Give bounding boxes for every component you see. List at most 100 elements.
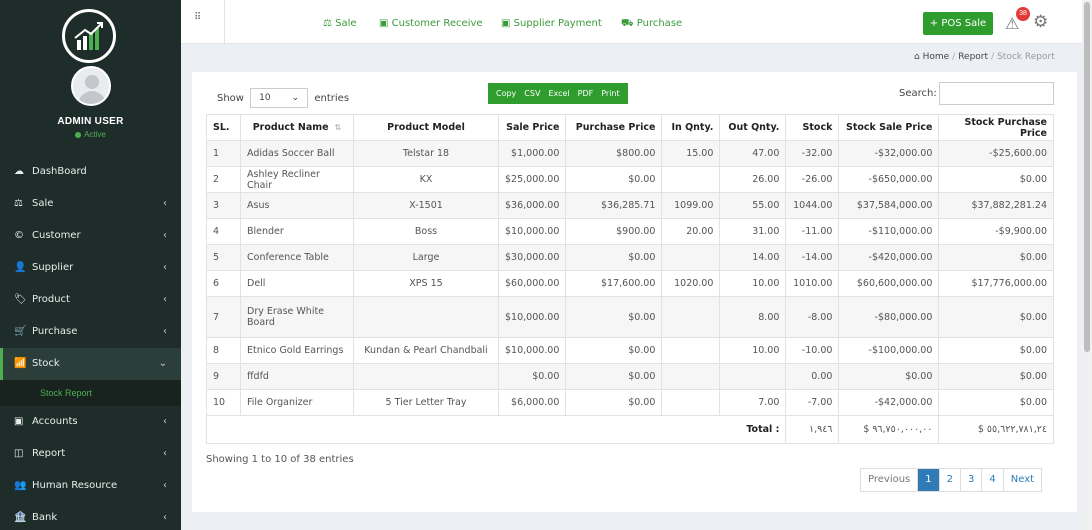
- table-cell: 10: [206, 389, 241, 416]
- table-cell: $900.00: [565, 218, 663, 245]
- table-cell: -32.00: [785, 140, 840, 167]
- sidebar-subitem-stock-report[interactable]: Stock Report: [0, 380, 181, 406]
- col-in-qnty[interactable]: In Qnty.: [661, 114, 721, 141]
- sidebar-item-sale[interactable]: ⚖ Sale ‹: [0, 188, 181, 220]
- table-cell: Dell: [240, 270, 354, 297]
- table-cell: 15.00: [661, 140, 721, 167]
- app-logo[interactable]: [62, 9, 116, 63]
- next-button[interactable]: Next: [1002, 469, 1041, 491]
- sidebar-item-accounts[interactable]: ▣ Accounts ‹: [0, 406, 181, 438]
- sidebar-item-customer[interactable]: © Customer ‹: [0, 220, 181, 252]
- table-cell: Dry Erase White Board: [240, 296, 354, 338]
- scrollbar-thumb[interactable]: [1084, 2, 1090, 352]
- pdf-button[interactable]: PDF: [574, 83, 598, 104]
- table-cell: File Organizer: [240, 389, 354, 416]
- table-cell: 3: [206, 192, 241, 219]
- table-info: Showing 1 to 10 of 38 entries: [206, 454, 354, 465]
- bank-icon: 🏦: [14, 512, 27, 523]
- sidebar-item-human-resource[interactable]: 👥 Human Resource ‹: [0, 470, 181, 502]
- sidebar-item-product[interactable]: 🏷 Product ‹: [0, 284, 181, 316]
- pos-sale-button[interactable]: + POS Sale: [923, 12, 993, 35]
- col-stock[interactable]: Stock: [785, 114, 840, 141]
- table-cell: 4: [206, 218, 241, 245]
- table-cell: XPS 15: [353, 270, 499, 297]
- table-row: 6 Dell XPS 15 $60,000.00 $17,600.00 1020.00 10…: [206, 270, 1054, 297]
- sidebar-item-report[interactable]: ◫ Report ‹: [0, 438, 181, 470]
- table-cell: [719, 363, 787, 390]
- sidebar-item-purchase[interactable]: 🛒 Purchase ‹: [0, 316, 181, 348]
- table-cell: $36,000.00: [497, 192, 567, 219]
- table-cell: Telstar 18: [353, 140, 499, 167]
- table-cell: $37,882,281.24: [938, 192, 1054, 219]
- table-row: 1 Adidas Soccer Ball Telstar 18 $1,000.00 $8…: [206, 140, 1054, 167]
- table-cell: -$420,000.00: [838, 244, 940, 271]
- col-product-name[interactable]: Product Name ⇅: [240, 114, 354, 141]
- scale-icon: ⚖: [323, 18, 336, 29]
- top-link-purchase[interactable]: ⛟ Purchase: [621, 18, 682, 31]
- top-link-supplier-payment[interactable]: ▣ Supplier Payment: [501, 18, 602, 29]
- table-cell: $17,776,000.00: [938, 270, 1054, 297]
- csv-button[interactable]: CSV: [520, 83, 544, 104]
- page-1-button[interactable]: 1: [917, 469, 939, 491]
- chevron-left-icon: ‹: [163, 262, 167, 273]
- table-cell: $0.00: [565, 337, 663, 364]
- previous-button[interactable]: Previous: [861, 469, 917, 491]
- table-cell: $10,000.00: [497, 218, 567, 245]
- breadcrumb-home[interactable]: Home: [923, 52, 950, 62]
- table-cell: -$42,000.00: [838, 389, 940, 416]
- col-purchase-price[interactable]: Purchase Price: [565, 114, 663, 141]
- sidebar-item-supplier[interactable]: 👤 Supplier ‹: [0, 252, 181, 284]
- table-cell: $10,000.00: [497, 296, 567, 338]
- col-out-qnty[interactable]: Out Qnty.: [719, 114, 787, 141]
- table-row: 7 Dry Erase White Board $10,000.00 $0.00 8.0…: [206, 296, 1054, 338]
- page-3-button[interactable]: 3: [960, 469, 981, 491]
- table-cell: $0.00: [565, 296, 663, 338]
- money-icon: ▣: [379, 18, 392, 29]
- table-cell: $800.00: [565, 140, 663, 167]
- table-cell: -$25,600.00: [938, 140, 1054, 167]
- breadcrumb: ⌂ Home / Report / Stock Report: [914, 52, 1055, 62]
- breadcrumb-report[interactable]: Report: [958, 52, 988, 62]
- col-sl[interactable]: SL.: [206, 114, 241, 141]
- tag-icon: 🏷: [14, 294, 27, 305]
- col-sale-price[interactable]: Sale Price: [497, 114, 567, 141]
- table-cell: $17,600.00: [565, 270, 663, 297]
- money-icon: ▣: [501, 18, 514, 29]
- table-cell: Adidas Soccer Ball: [240, 140, 354, 167]
- table-cell: -10.00: [785, 337, 840, 364]
- user-avatar[interactable]: [71, 66, 111, 106]
- table-row: 5 Conference Table Large $30,000.00 $0.00 14.…: [206, 244, 1054, 271]
- col-stock-sale-price[interactable]: Stock Sale Price: [838, 114, 940, 141]
- excel-button[interactable]: Excel: [544, 83, 573, 104]
- table-cell: 55.00: [719, 192, 787, 219]
- entries-select[interactable]: 10 ⌄: [250, 88, 309, 108]
- table-cell: 1: [206, 140, 241, 167]
- col-stock-purchase-price[interactable]: Stock Purchase Price: [938, 114, 1054, 141]
- copyright-icon: ©: [14, 230, 24, 241]
- table-cell: $0.00: [565, 244, 663, 271]
- table-cell: -$9,900.00: [938, 218, 1054, 245]
- search-input[interactable]: [939, 82, 1054, 105]
- top-link-sale[interactable]: ⚖ Sale: [323, 18, 357, 29]
- page-2-button[interactable]: 2: [938, 469, 960, 491]
- sidebar-item-bank[interactable]: 🏦 Bank ‹: [0, 502, 181, 530]
- print-button[interactable]: Print: [597, 83, 623, 104]
- gear-icon[interactable]: ⚙: [1033, 12, 1048, 32]
- cart-icon: 🛒: [14, 326, 27, 337]
- table-cell: [353, 363, 499, 390]
- table-cell: $0.00: [565, 363, 663, 390]
- top-link-customer-receive[interactable]: ▣ Customer Receive: [379, 18, 483, 29]
- apps-grid-icon[interactable]: ⠿: [194, 12, 206, 24]
- page-4-button[interactable]: 4: [981, 469, 1002, 491]
- col-product-model[interactable]: Product Model: [353, 114, 499, 141]
- table-cell: -$32,000.00: [838, 140, 940, 167]
- table-cell: Blender: [240, 218, 354, 245]
- table-cell: -$100,000.00: [838, 337, 940, 364]
- sidebar-item-dashboard[interactable]: ☁ DashBoard: [0, 156, 181, 188]
- scale-icon: ⚖: [14, 198, 23, 209]
- copy-button[interactable]: Copy: [492, 83, 520, 104]
- user-icon: 👤: [14, 262, 27, 273]
- sidebar-item-stock[interactable]: 📶 Stock ⌄: [0, 348, 181, 380]
- notification-badge: 38: [1016, 7, 1030, 21]
- page-scrollbar[interactable]: [1082, 0, 1092, 530]
